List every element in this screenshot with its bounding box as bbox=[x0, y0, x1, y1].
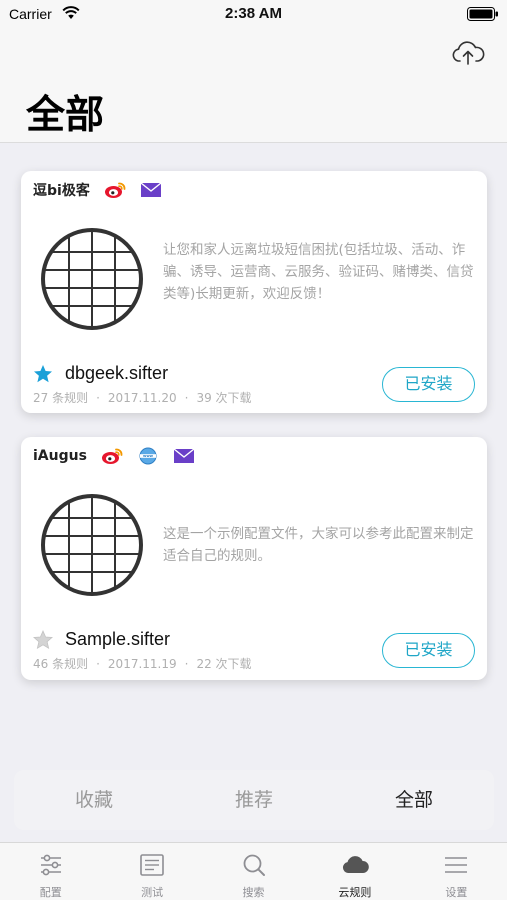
rule-count: 27 条规则 bbox=[33, 391, 89, 405]
card-title-row: dbgeek.sifter bbox=[33, 363, 168, 384]
card-name: Sample.sifter bbox=[65, 629, 171, 649]
status-time: 2:38 AM bbox=[225, 5, 282, 22]
search-icon bbox=[243, 854, 265, 876]
header: 全部 bbox=[0, 30, 507, 143]
status-bar: Carrier 2:38 AM bbox=[0, 0, 507, 30]
card-name: dbgeek.sifter bbox=[65, 363, 169, 383]
update-date: 2017.11.20 bbox=[107, 391, 177, 405]
menu-icon bbox=[445, 857, 468, 873]
battery-icon bbox=[467, 7, 498, 21]
sliders-icon bbox=[40, 854, 61, 876]
web-icon[interactable]: www bbox=[137, 447, 159, 465]
tab-label: 设置 bbox=[445, 886, 468, 899]
tab-label: 搜索 bbox=[242, 886, 265, 899]
grid-globe-icon bbox=[41, 228, 143, 330]
mail-icon[interactable] bbox=[140, 181, 162, 199]
page-title: 全部 bbox=[26, 93, 105, 138]
card-author-row: iAugus www bbox=[33, 445, 209, 467]
weibo-icon[interactable] bbox=[104, 181, 126, 199]
grid-globe-icon bbox=[41, 494, 143, 596]
download-count: 22 次下载 bbox=[196, 657, 252, 671]
card-meta: 27 条规则 · 2017.11.20 · 39 次下载 bbox=[33, 391, 252, 405]
tab-label: 云规则 bbox=[338, 886, 372, 899]
installed-button[interactable]: 已安装 bbox=[382, 633, 475, 668]
tab-cloud-rules[interactable]: 云规则 bbox=[304, 843, 405, 900]
tab-settings[interactable]: 设置 bbox=[406, 843, 507, 900]
tab-label: 测试 bbox=[141, 886, 164, 899]
tab-search[interactable]: 搜索 bbox=[203, 843, 304, 900]
card-description: 这是一个示例配置文件，大家可以参考此配置来制定适合自己的规则。 bbox=[163, 526, 474, 564]
star-icon[interactable] bbox=[33, 364, 53, 384]
document-icon bbox=[140, 854, 164, 876]
segment-recommended[interactable]: 推荐 bbox=[174, 770, 334, 830]
segment-favorites[interactable]: 收藏 bbox=[14, 770, 174, 830]
card-author: iAugus bbox=[33, 448, 87, 464]
rule-card[interactable]: iAugus www 这是一个示例配置文件，大家可以参考此配置来制定适合自己的规… bbox=[21, 437, 487, 680]
card-meta: 46 条规则 · 2017.11.19 · 22 次下载 bbox=[33, 657, 252, 671]
card-author-row: 逗bi极客 bbox=[33, 179, 176, 201]
segment-all[interactable]: 全部 bbox=[334, 770, 494, 830]
tab-bar: 配置 测试 搜索 云规则 设置 bbox=[0, 842, 507, 900]
cloud-icon bbox=[342, 856, 369, 873]
mail-icon[interactable] bbox=[173, 447, 195, 465]
tab-config[interactable]: 配置 bbox=[0, 843, 101, 900]
card-description: 让您和家人远离垃圾短信困扰(包括垃圾、活动、诈骗、诱导、运营商、云服务、验证码、… bbox=[163, 242, 474, 302]
update-date: 2017.11.19 bbox=[107, 657, 177, 671]
segment-control: 收藏 推荐 全部 bbox=[14, 770, 494, 830]
card-author: 逗bi极客 bbox=[33, 183, 90, 199]
rule-card[interactable]: 逗bi极客 让您和家人远离垃圾短信困扰(包括垃圾、活动、诈骗、诱导、运营商、云服… bbox=[21, 171, 487, 413]
download-count: 39 次下载 bbox=[196, 391, 252, 405]
tab-test[interactable]: 测试 bbox=[101, 843, 202, 900]
rule-count: 46 条规则 bbox=[33, 657, 89, 671]
svg-text:www: www bbox=[143, 454, 154, 458]
cloud-upload-icon[interactable] bbox=[451, 40, 485, 66]
tab-label: 配置 bbox=[39, 886, 62, 899]
weibo-icon[interactable] bbox=[101, 447, 123, 465]
installed-button[interactable]: 已安装 bbox=[382, 367, 475, 402]
star-outline-icon[interactable] bbox=[33, 629, 53, 650]
card-title-row: Sample.sifter bbox=[33, 629, 170, 650]
